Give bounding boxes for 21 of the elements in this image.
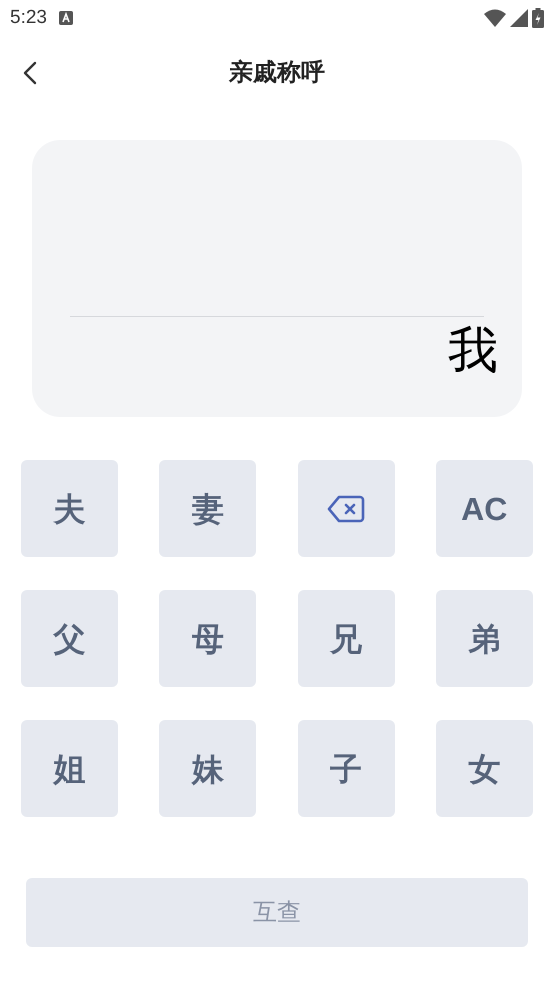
page-title: 亲戚称呼 bbox=[229, 58, 325, 88]
keypad-key[interactable] bbox=[298, 460, 394, 557]
keypad-key[interactable]: AC bbox=[436, 460, 533, 557]
status-time: 5:23 bbox=[10, 6, 47, 30]
backspace-icon bbox=[327, 494, 365, 522]
keypad-key[interactable]: 妻 bbox=[159, 460, 256, 557]
signal-icon bbox=[510, 9, 528, 27]
result-text: 我 bbox=[448, 325, 498, 375]
keypad-key[interactable]: 兄 bbox=[298, 590, 394, 687]
notification-icon bbox=[58, 11, 73, 25]
keypad-key[interactable]: 父 bbox=[21, 590, 118, 687]
wifi-icon bbox=[484, 9, 506, 27]
keypad-key[interactable]: 子 bbox=[298, 720, 394, 817]
battery-icon bbox=[532, 8, 544, 28]
keypad-key[interactable]: 妹 bbox=[159, 720, 256, 817]
keypad-key[interactable]: 弟 bbox=[436, 590, 533, 687]
keypad-key[interactable]: 女 bbox=[436, 720, 533, 817]
keypad-key[interactable]: 母 bbox=[159, 590, 256, 687]
back-icon bbox=[23, 61, 37, 85]
keypad-key[interactable]: 姐 bbox=[21, 720, 118, 817]
keypad-key[interactable]: 夫 bbox=[21, 460, 118, 557]
